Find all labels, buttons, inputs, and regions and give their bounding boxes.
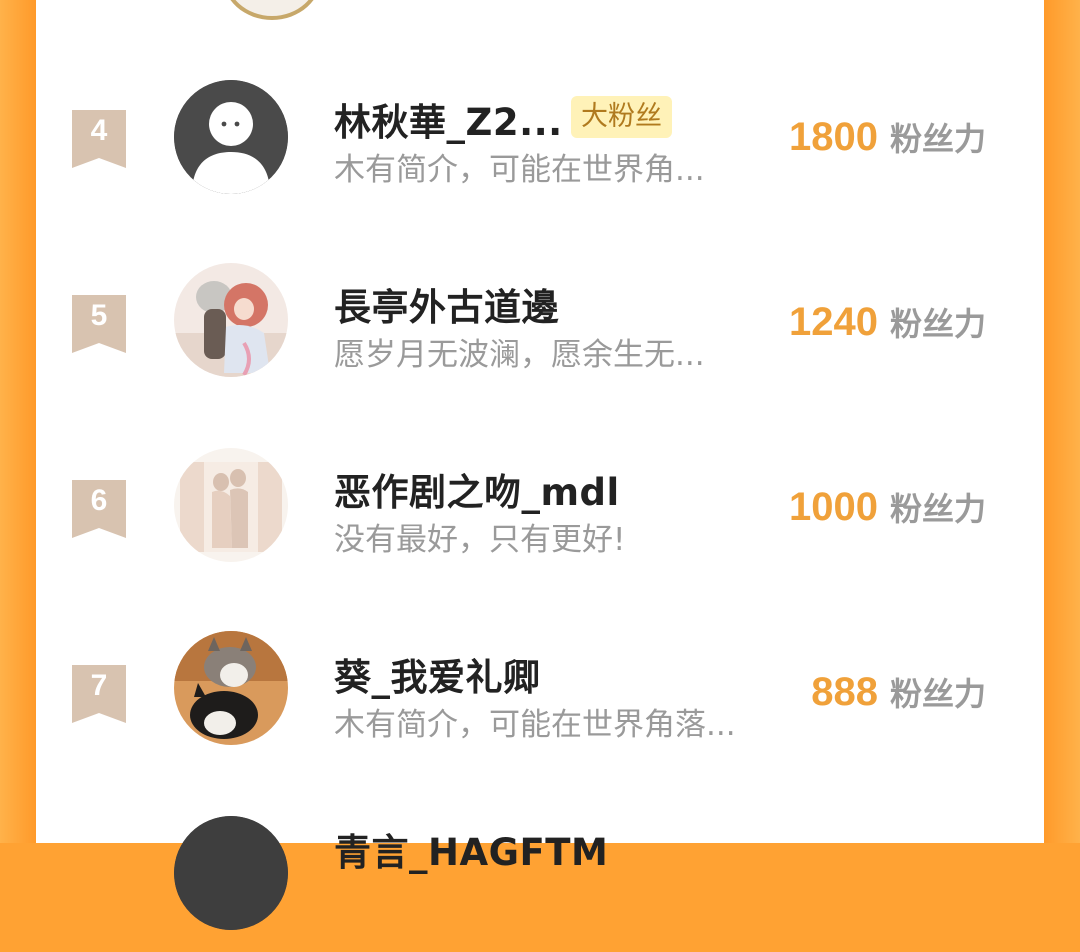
ranking-panel: 4 林秋華_Z2... 大粉丝 木有简介，可能在世界角... 1800 粉丝力 …: [36, 0, 1044, 930]
avatar[interactable]: [174, 816, 288, 930]
user-bio: 木有简介，可能在世界角...: [334, 152, 705, 188]
user-name[interactable]: 葵_我爱礼卿: [334, 647, 541, 701]
rank-badge: 7: [72, 665, 126, 723]
score-unit: 粉丝力: [889, 305, 986, 343]
user-name[interactable]: 林秋華_Z2...: [334, 92, 563, 146]
fan-power-score: 1800 粉丝力: [789, 114, 986, 160]
ranking-row-5[interactable]: 5 長亭外古道邊 愿岁月无波澜，愿余生无... 1240 粉丝力: [36, 247, 1044, 397]
rank-number: 7: [90, 669, 108, 702]
fan-level-badge: 大粉丝: [571, 96, 672, 138]
user-name[interactable]: 青言_HAGFTM: [334, 822, 608, 876]
user-bio: 没有最好，只有更好!: [334, 522, 626, 558]
fan-power-score: 888 粉丝力: [811, 669, 986, 715]
rank-badge: 5: [72, 295, 126, 353]
score-value: 1240: [789, 300, 878, 344]
ranking-row-4[interactable]: 4 林秋華_Z2... 大粉丝 木有简介，可能在世界角... 1800 粉丝力: [36, 62, 1044, 212]
fan-power-score: 1240 粉丝力: [789, 299, 986, 345]
score-unit: 粉丝力: [889, 490, 986, 528]
avatar[interactable]: [174, 263, 288, 377]
avatar-partial-top[interactable]: [222, 0, 322, 20]
score-unit: 粉丝力: [889, 675, 986, 713]
rank-number: 6: [90, 484, 108, 517]
dark-avatar: [174, 816, 288, 930]
fan-power-score: 1000 粉丝力: [789, 484, 986, 530]
sketch-couple-avatar: [174, 448, 288, 562]
rank-number: 4: [90, 114, 108, 147]
default-person-icon: [174, 80, 288, 194]
rank-badge: 6: [72, 480, 126, 538]
user-bio: 愿岁月无波澜，愿余生无...: [334, 337, 705, 373]
ranking-row-7[interactable]: 7 葵_我爱礼卿 木有简介，可能在世界角落... 888 粉丝力: [36, 617, 1044, 767]
cat-photo-avatar: [174, 631, 288, 745]
anime-couple-avatar: [174, 263, 288, 377]
score-unit: 粉丝力: [889, 120, 986, 158]
avatar[interactable]: [174, 80, 288, 194]
avatar[interactable]: [174, 631, 288, 745]
rank-number: 5: [90, 299, 108, 332]
user-name[interactable]: 長亭外古道邊: [334, 277, 559, 331]
ranking-row-8[interactable]: 青言_HAGFTM: [36, 802, 1044, 952]
ranking-row-6[interactable]: 6 恶作剧之吻_mdl 没有最好，只有更好! 1000 粉丝力: [36, 432, 1044, 582]
score-value: 1000: [789, 485, 878, 529]
user-name[interactable]: 恶作剧之吻_mdl: [334, 462, 620, 516]
score-value: 1800: [789, 115, 878, 159]
avatar[interactable]: [174, 448, 288, 562]
score-value: 888: [811, 670, 878, 714]
rank-badge: 4: [72, 110, 126, 168]
user-bio: 木有简介，可能在世界角落...: [334, 707, 736, 743]
